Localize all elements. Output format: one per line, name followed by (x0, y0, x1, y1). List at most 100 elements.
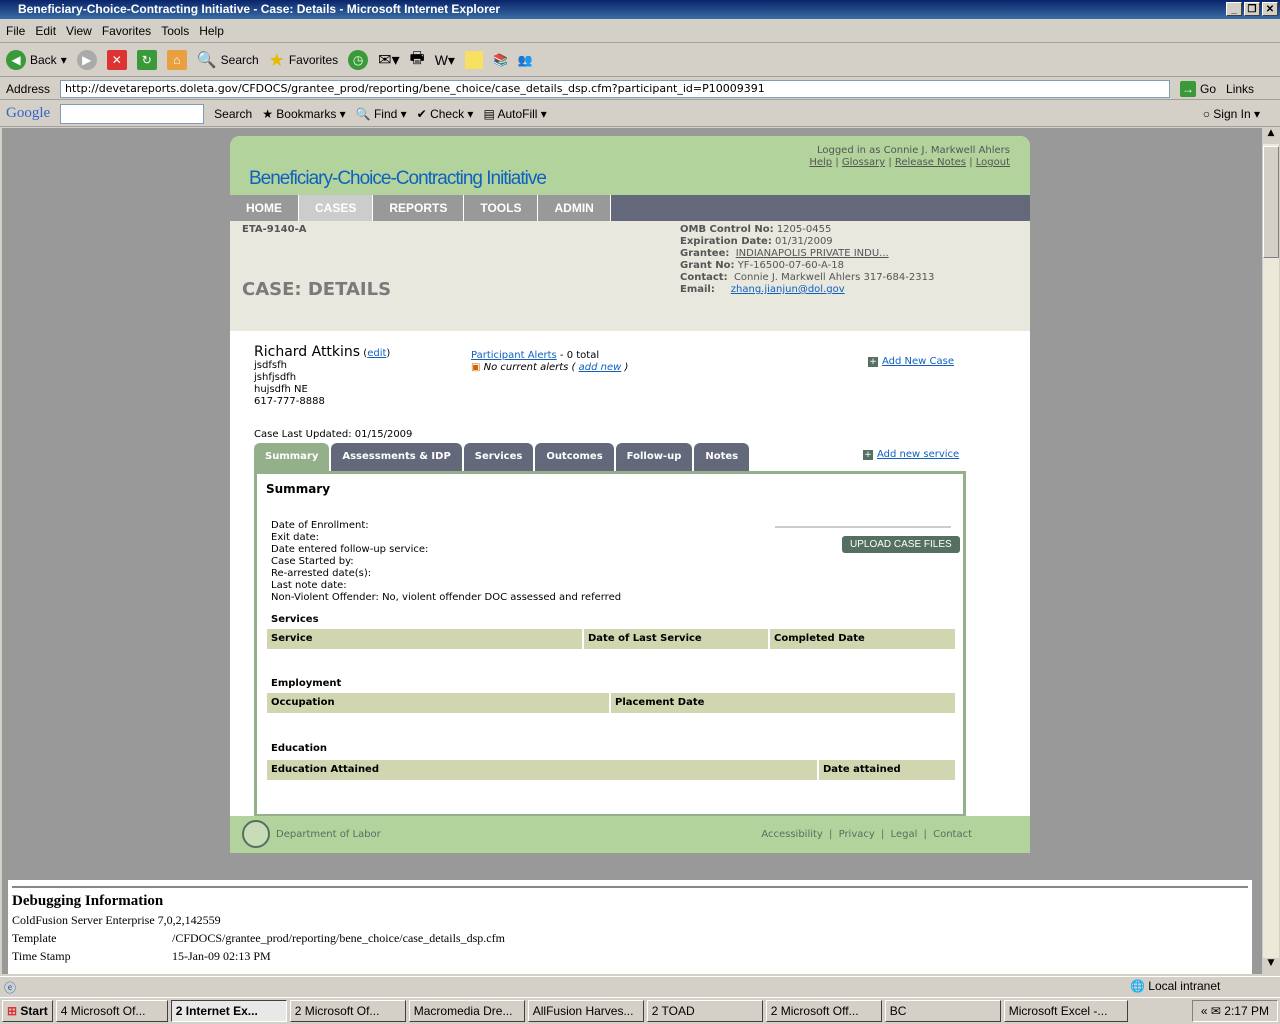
autofill-button[interactable]: ▤ AutoFill ▾ (483, 107, 546, 121)
taskbar-item[interactable]: 2 Internet Ex... (170, 1000, 287, 1022)
col-service: Service (267, 629, 584, 649)
system-tray: « ✉ 2:17 PM (1191, 1000, 1278, 1022)
restore-button[interactable]: ❐ (1244, 2, 1260, 16)
user-info: Logged in as Connie J. Markwell Ahlers H… (809, 145, 1010, 168)
forward-icon[interactable]: ▶ (76, 50, 97, 70)
nav-admin[interactable]: ADMIN (538, 195, 611, 221)
nav-tools[interactable]: TOOLS (464, 195, 539, 221)
taskbar-item[interactable]: AllFusion Harves... (527, 1000, 644, 1022)
stop-icon[interactable]: ✕ (106, 50, 127, 70)
release-notes-link[interactable]: Release Notes (895, 157, 966, 168)
exp-value: 01/31/2009 (775, 236, 833, 247)
debug-row: ColdFusion Server Enterprise 7,0,2,14255… (12, 913, 1248, 928)
email-label: Email: (680, 284, 715, 295)
print-icon[interactable]: 🖶 (410, 47, 425, 74)
links-button[interactable]: Links (1226, 82, 1254, 96)
grant-value: YF-16500-07-60-A-18 (737, 260, 844, 271)
menu-edit[interactable]: Edit (35, 24, 56, 38)
nav-home[interactable]: HOME (230, 195, 299, 221)
legal-link[interactable]: Legal (891, 829, 918, 840)
email-link[interactable]: zhang.jianjun@dol.gov (731, 284, 845, 295)
upload-case-files-button[interactable]: UPLOAD CASE FILES (842, 536, 960, 553)
omb-label: OMB Control No: (680, 224, 774, 235)
case-last-updated: Case Last Updated: 01/15/2009 (254, 429, 413, 440)
menu-help[interactable]: Help (199, 24, 224, 38)
research-icon[interactable]: 📚 (493, 53, 508, 67)
add-new-case-link[interactable]: Add New Case (882, 356, 954, 367)
taskbar-item[interactable]: 2 Microsoft Off... (765, 1000, 882, 1022)
favorites-button[interactable]: ★ Favorites (269, 50, 339, 71)
vertical-scrollbar[interactable]: ▲ ▼ (1262, 128, 1279, 974)
address-input[interactable]: http://devetareports.doleta.gov/CFDOCS/g… (60, 79, 1171, 98)
tab-follow-up[interactable]: Follow-up (615, 443, 693, 471)
note-icon[interactable] (464, 51, 483, 69)
page-title: CASE: DETAILS (242, 279, 392, 300)
no-alerts-text: No current alerts ( (483, 362, 576, 373)
education-heading: Education (271, 743, 327, 754)
add-new-case-button[interactable]: + Add New Case (868, 356, 954, 367)
history-icon[interactable]: ◷ (348, 50, 369, 70)
search-button[interactable]: 🔍 Search (197, 50, 259, 70)
back-button[interactable]: ◀ Back ▾ (6, 50, 67, 70)
debug-key: ColdFusion Server Enterprise (12, 913, 155, 927)
taskbar-item[interactable]: BC (884, 1000, 1001, 1022)
minimize-button[interactable]: _ (1226, 2, 1242, 16)
start-button[interactable]: ⊞ Start (2, 1000, 53, 1022)
zone-label: Local intranet (1148, 979, 1221, 993)
tab-services[interactable]: Services (463, 443, 534, 471)
google-search-button[interactable]: Search (214, 107, 252, 121)
services-table-header: Service Date of Last Service Completed D… (267, 629, 955, 649)
tab-notes[interactable]: Notes (694, 443, 750, 471)
dol-seal-icon (242, 820, 270, 848)
grantee-link[interactable]: INDIANAPOLIS PRIVATE INDU... (736, 248, 889, 259)
refresh-icon[interactable]: ↻ (136, 50, 157, 70)
accessibility-link[interactable]: Accessibility (761, 829, 823, 840)
help-link[interactable]: Help (809, 157, 832, 168)
mail-icon[interactable]: ✉▾ (378, 50, 399, 70)
taskbar-item[interactable]: Macromedia Dre... (408, 1000, 525, 1022)
logout-link[interactable]: Logout (976, 157, 1010, 168)
education-table-header: Education Attained Date attained (267, 760, 955, 780)
scroll-up-icon[interactable]: ▲ (1263, 128, 1279, 144)
contact-link[interactable]: Contact (933, 829, 972, 840)
glossary-link[interactable]: Glossary (842, 157, 885, 168)
tab-assessments[interactable]: Assessments & IDP (331, 443, 462, 471)
edit-icon[interactable]: W▾ (435, 52, 455, 69)
taskbar-item[interactable]: Microsoft Excel -... (1003, 1000, 1128, 1022)
check-button[interactable]: ✔ Check ▾ (417, 107, 474, 121)
add-new-service-button[interactable]: + Add new service (863, 449, 959, 460)
menu-file[interactable]: File (6, 24, 25, 38)
signin-button[interactable]: ○ Sign In ▾ (1203, 107, 1260, 121)
tab-summary[interactable]: Summary (254, 443, 330, 471)
logged-in-text: Logged in as Connie J. Markwell Ahlers (816, 145, 1010, 156)
close-button[interactable]: ✕ (1262, 2, 1278, 16)
grant-meta: OMB Control No: 1205-0455 Expiration Dat… (680, 224, 934, 296)
nav-cases[interactable]: CASES (299, 195, 374, 221)
add-alert-link[interactable]: add new (579, 362, 622, 373)
home-icon[interactable]: ⌂ (166, 50, 187, 70)
google-search-input[interactable] (60, 103, 205, 124)
menu-tools[interactable]: Tools (161, 24, 189, 38)
scroll-down-icon[interactable]: ▼ (1263, 958, 1279, 974)
scroll-thumb[interactable] (1263, 146, 1279, 258)
address-bar: Address http://devetareports.doleta.gov/… (0, 78, 1280, 100)
field-last-note: Last note date: (271, 580, 347, 591)
taskbar-item[interactable]: 2 TOAD (646, 1000, 763, 1022)
form-id: ETA-9140-A (242, 224, 307, 235)
menu-favorites[interactable]: Favorites (102, 24, 151, 38)
menu-view[interactable]: View (66, 24, 92, 38)
go-button[interactable]: → Go (1180, 80, 1216, 97)
taskbar-item[interactable]: 2 Microsoft Of... (289, 1000, 406, 1022)
edit-participant-link[interactable]: edit (367, 348, 386, 359)
participant-alerts-link[interactable]: Participant Alerts (471, 350, 557, 361)
main-nav: HOME CASES REPORTS TOOLS ADMIN (230, 195, 1030, 221)
tab-outcomes[interactable]: Outcomes (535, 443, 614, 471)
nav-reports[interactable]: REPORTS (373, 195, 465, 221)
add-new-service-link[interactable]: Add new service (877, 449, 959, 460)
find-button[interactable]: 🔍 Find ▾ (356, 107, 407, 121)
taskbar-item[interactable]: 4 Microsoft Of... (55, 1000, 168, 1022)
privacy-link[interactable]: Privacy (839, 829, 875, 840)
bookmarks-button[interactable]: ★ Bookmarks ▾ (262, 107, 345, 121)
debug-divider (12, 886, 1248, 888)
messenger-icon[interactable]: 👥 (518, 53, 533, 67)
